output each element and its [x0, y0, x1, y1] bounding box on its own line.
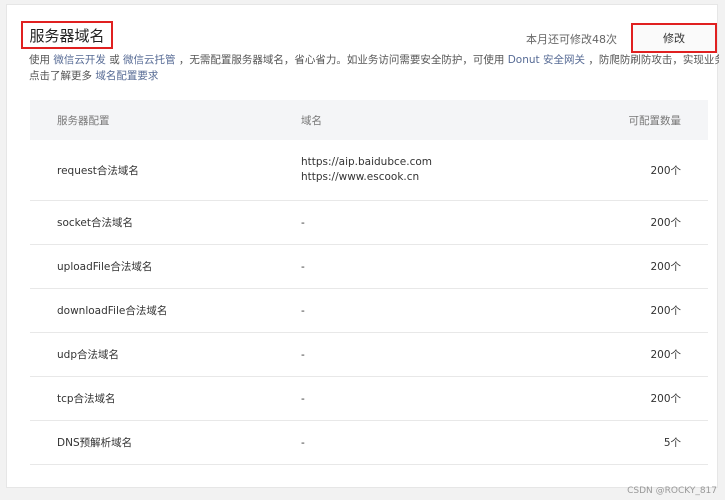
row-config: request合法域名 [57, 164, 139, 177]
table-row: tcp合法域名 - 200个 [30, 377, 708, 421]
row-config: DNS预解析域名 [57, 437, 133, 449]
row-count: 5个 [663, 437, 681, 449]
row-config: tcp合法域名 [57, 393, 116, 405]
header-domain: 域名 [301, 114, 322, 127]
row-domains: https://aip.baidubce.com https://www.esc… [274, 155, 564, 185]
row-domains: - [301, 436, 305, 449]
cloud-dev-link[interactable]: 微信云开发 [53, 54, 106, 66]
domain-value: https://www.escook.cn [301, 171, 420, 183]
domain-value: https://aip.baidubce.com [301, 156, 432, 168]
domain-table: 服务器配置 域名 可配置数量 request合法域名 https://aip.b… [30, 100, 708, 465]
header-count: 可配置数量 [628, 114, 682, 127]
row-config: socket合法域名 [57, 217, 133, 229]
modify-button[interactable]: 修改 [631, 23, 717, 53]
row-domains: - [301, 348, 305, 361]
row-count: 200个 [650, 261, 681, 273]
table-row: udp合法域名 - 200个 [30, 333, 708, 377]
table-row: socket合法域名 - 200个 [30, 201, 708, 245]
donut-gateway-link[interactable]: Donut 安全网关 [508, 54, 585, 66]
row-config: downloadFile合法域名 [57, 305, 168, 317]
description: 使用 微信云开发 或 微信云托管 ，无需配置服务器域名，省心省力。如业务访问需要… [29, 52, 719, 84]
title-highlight: 服务器域名 [21, 21, 113, 49]
row-count: 200个 [650, 217, 681, 229]
table-row: downloadFile合法域名 - 200个 [30, 289, 708, 333]
header-config: 服务器配置 [57, 114, 110, 127]
table-row: uploadFile合法域名 - 200个 [30, 245, 708, 289]
row-count: 200个 [650, 349, 681, 361]
table-row: DNS预解析域名 - 5个 [30, 421, 708, 465]
server-domain-card: 服务器域名 本月还可修改48次 修改 使用 微信云开发 或 微信云托管 ，无需配… [6, 4, 719, 488]
table-row: request合法域名 https://aip.baidubce.com htt… [30, 140, 708, 201]
row-count: 200个 [650, 164, 681, 177]
row-config: udp合法域名 [57, 349, 119, 361]
row-domains: - [301, 216, 305, 229]
row-domains: - [301, 260, 305, 273]
description-line-2: 点击了解更多 域名配置要求 [29, 70, 159, 82]
row-config: uploadFile合法域名 [57, 261, 153, 273]
domain-requirements-link[interactable]: 域名配置要求 [95, 70, 158, 82]
cloud-hosting-link[interactable]: 微信云托管 [123, 54, 176, 66]
watermark: CSDN @ROCKY_817 [627, 486, 717, 496]
modify-quota-text: 本月还可修改48次 [526, 33, 617, 46]
row-count: 200个 [650, 393, 681, 405]
row-domains: - [301, 392, 305, 405]
row-domains: - [301, 304, 305, 317]
description-line-1: 使用 微信云开发 或 微信云托管 ，无需配置服务器域名，省心省力。如业务访问需要… [29, 54, 719, 66]
table-header: 服务器配置 域名 可配置数量 [30, 100, 708, 140]
page-title: 服务器域名 [29, 26, 105, 45]
row-count: 200个 [650, 305, 681, 317]
